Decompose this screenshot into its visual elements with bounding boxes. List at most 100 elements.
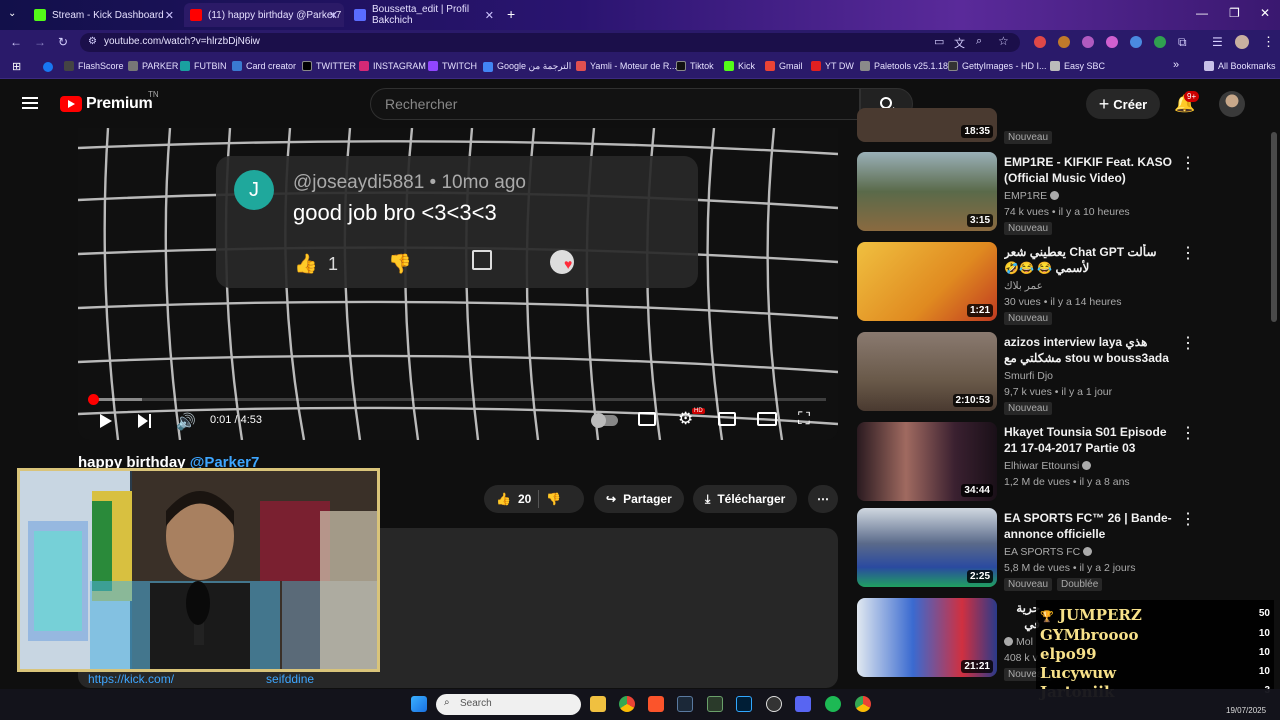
extension-icon[interactable]: [1106, 36, 1118, 48]
fullscreen-icon[interactable]: ⛶: [798, 409, 810, 429]
like-count[interactable]: 20: [518, 492, 531, 506]
channel-name[interactable]: EMP1RE: [1004, 190, 1060, 202]
close-icon[interactable]: ✕: [165, 9, 174, 22]
bookmark-easy-sbc[interactable]: Easy SBC: [1050, 61, 1105, 71]
youtube-logo-icon[interactable]: [60, 96, 82, 112]
description-link[interactable]: https://kick.com/seifddine: [88, 672, 314, 686]
bookmark-kick[interactable]: Kick: [724, 61, 755, 71]
brand-label[interactable]: Premium: [86, 95, 153, 113]
extension-icon[interactable]: [1058, 36, 1070, 48]
video-title[interactable]: حرية في 2025: [1004, 600, 1040, 632]
recommendation-item[interactable]: 34:44 Hkayet Tounsia S01 Episode 21 17-0…: [857, 422, 1197, 508]
bookmark-futbin[interactable]: FUTBIN: [180, 61, 227, 71]
restore-icon[interactable]: ❐: [1229, 6, 1240, 20]
bookmarks-overflow-button[interactable]: »: [1173, 59, 1179, 71]
file-explorer-icon[interactable]: [590, 696, 606, 712]
volume-icon[interactable]: 🔊: [176, 412, 196, 432]
video-thumbnail[interactable]: 1:21: [857, 242, 997, 321]
scrubber-handle[interactable]: [87, 394, 99, 405]
video-title[interactable]: azizos interview laya هذي مشكلتي مع stou…: [1004, 334, 1176, 366]
bookmark-card-creator[interactable]: Card creator: [232, 61, 296, 71]
close-icon[interactable]: ✕: [329, 9, 338, 22]
apps-grid-icon[interactable]: ⊞: [12, 60, 21, 73]
video-thumbnail[interactable]: 2:25: [857, 508, 997, 587]
photoshop-icon[interactable]: [736, 696, 752, 712]
more-vertical-icon[interactable]: [1180, 509, 1196, 529]
autoplay-toggle[interactable]: [591, 413, 618, 428]
search-box[interactable]: [370, 88, 860, 120]
more-vertical-icon[interactable]: [1180, 333, 1196, 353]
miniplayer-icon[interactable]: [718, 412, 736, 426]
facebook-icon[interactable]: [43, 62, 53, 72]
extension-icon[interactable]: [1154, 36, 1166, 48]
chrome-icon[interactable]: [619, 696, 635, 712]
browser-menu-icon[interactable]: ⋮: [1262, 34, 1275, 50]
play-icon[interactable]: [100, 414, 112, 428]
brave-icon[interactable]: [648, 696, 664, 712]
share-button[interactable]: ↪ Partager: [594, 485, 684, 513]
close-icon[interactable]: ✕: [485, 9, 494, 22]
search-input[interactable]: [385, 96, 845, 112]
menu-icon[interactable]: [22, 97, 38, 109]
bookmark-gettyimages[interactable]: GettyImages - HD I...: [948, 61, 1047, 71]
recommendation-item[interactable]: 18:35 Nouveau: [857, 108, 1197, 148]
chrome-icon[interactable]: [855, 696, 871, 712]
progress-bar[interactable]: [87, 394, 826, 405]
more-actions-button[interactable]: ⋯: [808, 485, 838, 513]
obs-icon[interactable]: [766, 696, 782, 712]
zoom-icon[interactable]: ⌕: [976, 35, 982, 48]
extension-icon[interactable]: [1130, 36, 1142, 48]
profile-avatar-icon[interactable]: [1235, 35, 1249, 49]
bookmark-twitter[interactable]: TWITTER: [302, 61, 356, 71]
spotify-icon[interactable]: [825, 696, 841, 712]
video-thumbnail[interactable]: 3:15: [857, 152, 997, 231]
tab-youtube[interactable]: (11) happy birthday @Parker7 ✕: [184, 3, 344, 27]
new-tab-button[interactable]: +: [507, 6, 515, 22]
discord-icon[interactable]: [795, 696, 811, 712]
bookmark-gmail[interactable]: Gmail: [765, 61, 803, 71]
bookmark-yamli[interactable]: Yamli - Moteur de R...: [576, 61, 677, 71]
bookmark-twitch[interactable]: TWITCH: [428, 61, 477, 71]
bookmark-flashscore[interactable]: FlashScore: [64, 61, 124, 71]
video-title[interactable]: EA SPORTS FC™ 26 | Bande-annonce officie…: [1004, 510, 1176, 542]
avatar[interactable]: [1219, 91, 1245, 117]
settings-gear-icon[interactable]: ⚙: [678, 409, 693, 429]
windows-start-icon[interactable]: [411, 696, 427, 712]
reload-icon[interactable]: ↻: [58, 35, 68, 49]
bookmark-parker[interactable]: PARKER: [128, 61, 178, 71]
recommendation-item[interactable]: 2:25 EA SPORTS FC™ 26 | Bande-annonce of…: [857, 508, 1197, 594]
download-button[interactable]: ⤓ Télécharger: [693, 485, 798, 513]
thumbs-up-icon[interactable]: 👍: [496, 492, 511, 506]
forward-icon[interactable]: →: [34, 35, 46, 49]
recommendation-item[interactable]: 2:10:53 azizos interview laya هذي مشكلتي…: [857, 332, 1197, 418]
close-window-icon[interactable]: ✕: [1260, 6, 1270, 20]
address-bar[interactable]: ⚙ youtube.com/watch?v=hlrzbDjN6iw ▭ 文 ⌕ …: [80, 33, 1020, 52]
tab-bakchich[interactable]: Boussetta_edit | Profil Bakchich ✕: [348, 3, 500, 27]
bookmark-yt-dw[interactable]: YT DW: [811, 61, 854, 71]
video-title[interactable]: Hkayet Tounsia S01 Episode 21 17-04-2017…: [1004, 424, 1176, 456]
app-icon[interactable]: [707, 696, 723, 712]
bookmark-tiktok[interactable]: Tiktok: [676, 61, 714, 71]
video-thumbnail[interactable]: 2:10:53: [857, 332, 997, 411]
translate-icon[interactable]: 文: [954, 35, 965, 51]
video-thumbnail[interactable]: 21:21: [857, 598, 997, 677]
channel-name[interactable]: عمر بلاك: [1004, 280, 1043, 292]
extension-icon[interactable]: [1082, 36, 1094, 48]
next-icon[interactable]: [138, 414, 151, 428]
video-thumbnail[interactable]: 34:44: [857, 422, 997, 501]
back-icon[interactable]: ←: [10, 35, 22, 49]
steam-icon[interactable]: [677, 696, 693, 712]
sidebar-scrollbar[interactable]: [1271, 132, 1277, 322]
video-player[interactable]: J @joseaydi5881 • 10mo ago good job bro …: [78, 128, 838, 440]
bookmark-star-icon[interactable]: ☆: [998, 34, 1009, 48]
theater-mode-icon[interactable]: [757, 412, 777, 426]
all-bookmarks-button[interactable]: All Bookmarks: [1204, 61, 1276, 71]
channel-name[interactable]: Smurfi Djo: [1004, 370, 1053, 382]
channel-name[interactable]: Elhiwar Ettounsi: [1004, 460, 1092, 472]
video-title[interactable]: سألت Chat GPT يعطيني شعر لأسمي 😂 😂🤣: [1004, 244, 1176, 276]
tab-kick-dashboard[interactable]: Stream - Kick Dashboard ✕: [28, 3, 180, 27]
bookmark-paletools[interactable]: Paletools v25.1.18: [860, 61, 948, 71]
bookmark-google-translate[interactable]: Google الترجمة من: [483, 61, 571, 72]
recommendation-item[interactable]: 3:15 EMP1RE - KIFKIF Feat. KASO (Officia…: [857, 152, 1197, 238]
more-vertical-icon[interactable]: [1180, 243, 1196, 263]
